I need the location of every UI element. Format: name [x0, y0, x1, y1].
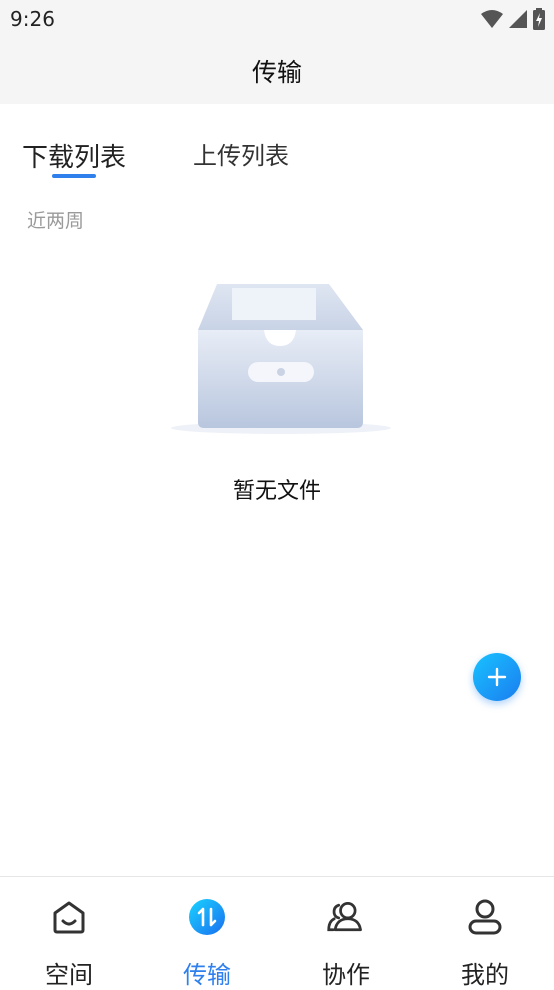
signal-icon [509, 10, 527, 28]
wifi-icon [481, 10, 503, 28]
plus-icon [487, 667, 507, 687]
home-icon [53, 901, 85, 934]
tab-bar: 下载列表 上传列表 [0, 104, 554, 184]
status-icons [480, 8, 546, 30]
tab-upload-list[interactable]: 上传列表 [193, 136, 289, 171]
nav-label-profile: 我的 [461, 961, 509, 989]
nav-item-collaboration[interactable]: 协作 [277, 877, 415, 989]
empty-box-illustration [171, 284, 391, 434]
title-bar: 传输 [0, 38, 554, 104]
transfer-icon [189, 899, 225, 935]
add-button[interactable] [473, 653, 521, 701]
bottom-navigation: 空间 传输 协作 我的 [0, 876, 554, 989]
collaboration-icon [327, 902, 362, 932]
nav-label-transfer: 传输 [183, 961, 231, 989]
nav-label-space: 空间 [45, 961, 93, 989]
battery-icon [533, 8, 545, 30]
active-tab-indicator [52, 174, 96, 178]
nav-label-collaboration: 协作 [322, 961, 370, 989]
nav-item-transfer[interactable]: 传输 [138, 877, 276, 989]
status-bar: 9:26 [0, 0, 554, 38]
page-title: 传输 [251, 58, 302, 87]
nav-item-space[interactable]: 空间 [0, 877, 138, 989]
section-label: 近两周 [27, 210, 85, 232]
status-time: 9:26 [10, 7, 55, 31]
nav-item-profile[interactable]: 我的 [416, 877, 554, 989]
empty-state-text: 暂无文件 [232, 479, 321, 504]
profile-icon [468, 899, 502, 935]
tab-download-list[interactable]: 下载列表 [22, 137, 126, 174]
